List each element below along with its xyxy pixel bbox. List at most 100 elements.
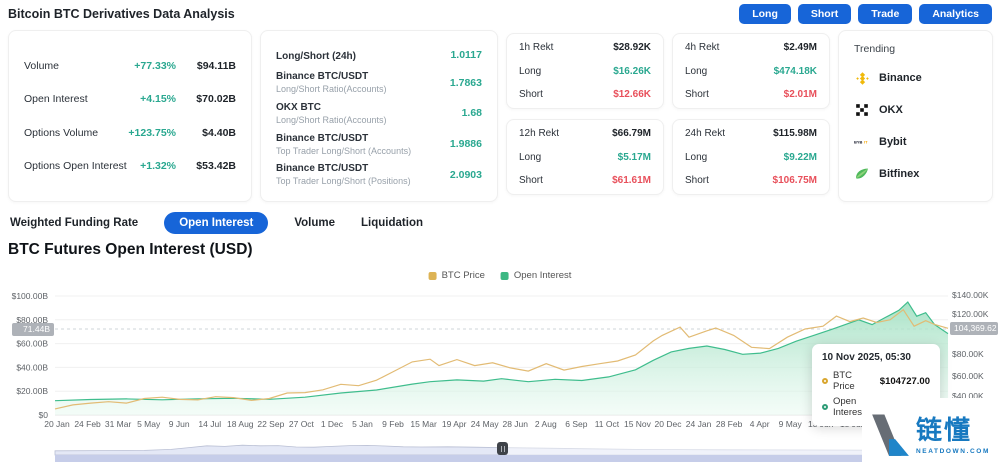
ratio-row: Binance BTC/USDT Top Trader Long/Short (… bbox=[276, 133, 482, 156]
stat-label: Options Volume bbox=[24, 127, 128, 139]
x-axis-label: 1 Dec bbox=[321, 419, 344, 429]
ratio-label: Binance BTC/USDT bbox=[276, 71, 450, 82]
stat-row-open-interest: Open Interest +4.15% $70.02B bbox=[24, 93, 236, 105]
exchange-name: Bitfinex bbox=[879, 168, 919, 180]
stat-label: Volume bbox=[24, 60, 134, 72]
rekt-title: 12h Rekt bbox=[519, 128, 559, 139]
current-oi-badge: 71.44B bbox=[12, 323, 54, 336]
tab-open-interest[interactable]: Open Interest bbox=[164, 212, 268, 234]
exchange-name: Binance bbox=[879, 72, 922, 84]
long-button[interactable]: Long bbox=[739, 4, 791, 24]
tab-volume[interactable]: Volume bbox=[294, 217, 335, 229]
legend-label: Open Interest bbox=[514, 270, 572, 281]
ratio-sublabel: Long/Short Ratio(Accounts) bbox=[276, 84, 450, 94]
trending-item-binance[interactable]: Binance bbox=[854, 69, 977, 87]
stat-value: $94.11B bbox=[188, 60, 236, 72]
rekt-card-12h: 12h Rekt$66.79M Long$5.17M Short$61.61M bbox=[506, 119, 664, 195]
chart-section-title: BTC Futures Open Interest (USD) bbox=[8, 241, 253, 259]
x-axis-label: 11 Oct bbox=[595, 419, 620, 429]
legend-open-interest[interactable]: Open Interest bbox=[501, 270, 572, 281]
tooltip-series-name: BTC Price bbox=[833, 370, 875, 392]
rekt-title: 24h Rekt bbox=[685, 128, 725, 139]
x-axis-label: 15 Mar bbox=[410, 419, 437, 429]
stat-change: +77.33% bbox=[134, 60, 176, 72]
trending-item-bitfinex[interactable]: Bitfinex bbox=[854, 165, 977, 183]
x-axis-label: 19 Apr bbox=[442, 419, 467, 429]
open-interest-dot bbox=[822, 404, 828, 410]
y-axis-label-left: $100.00B bbox=[12, 291, 49, 301]
stat-row-options-volume: Options Volume +123.75% $4.40B bbox=[24, 127, 236, 139]
ratio-row: Long/Short (24h) 1.0117 bbox=[276, 46, 482, 64]
rekt-total: $66.79M bbox=[612, 128, 651, 139]
trending-title: Trending bbox=[854, 43, 977, 55]
rekt-total: $2.49M bbox=[784, 42, 817, 53]
ratio-label: Binance BTC/USDT bbox=[276, 163, 450, 174]
exchange-name: OKX bbox=[879, 104, 903, 116]
x-axis-label: 15 Nov bbox=[624, 419, 652, 429]
x-axis-label: 5 Jan bbox=[352, 419, 373, 429]
trade-button[interactable]: Trade bbox=[858, 4, 912, 24]
tooltip-row-btc-price: BTC Price $104727.00 bbox=[822, 370, 930, 392]
watermark-cn-text: 链懂 bbox=[916, 417, 990, 444]
rekt-card-24h: 24h Rekt$115.98M Long$9.22M Short$106.75… bbox=[672, 119, 830, 195]
rekt-title: 1h Rekt bbox=[519, 42, 553, 53]
stat-change: +123.75% bbox=[128, 127, 176, 139]
rekt-long-value: $9.22M bbox=[784, 152, 817, 163]
x-axis-label: 4 Apr bbox=[750, 419, 770, 429]
ratio-sublabel: Top Trader Long/Short (Positions) bbox=[276, 176, 450, 186]
ratio-row: Binance BTC/USDT Long/Short Ratio(Accoun… bbox=[276, 71, 482, 94]
x-axis-label: 2 Aug bbox=[535, 419, 557, 429]
svg-text:BYB: BYB bbox=[854, 140, 863, 145]
x-axis-label: 28 Feb bbox=[716, 419, 743, 429]
rekt-short-label: Short bbox=[519, 175, 543, 186]
bitfinex-icon bbox=[854, 166, 870, 182]
binance-icon bbox=[854, 70, 870, 86]
navigator-handle[interactable] bbox=[497, 442, 508, 455]
analytics-button[interactable]: Analytics bbox=[919, 4, 992, 24]
ratio-label: Binance BTC/USDT bbox=[276, 133, 450, 144]
trending-item-okx[interactable]: OKX bbox=[854, 101, 977, 119]
svg-text:IT: IT bbox=[864, 140, 868, 145]
rekt-short-value: $106.75M bbox=[773, 175, 817, 186]
rekt-total: $28.92K bbox=[613, 42, 651, 53]
ratio-value: 1.0117 bbox=[450, 49, 482, 61]
ratio-row: OKX BTC Long/Short Ratio(Accounts) 1.68 bbox=[276, 102, 482, 125]
rekt-long-label: Long bbox=[519, 66, 541, 77]
rekt-long-label: Long bbox=[519, 152, 541, 163]
x-axis-label: 9 Jun bbox=[169, 419, 190, 429]
rekt-long-label: Long bbox=[685, 152, 707, 163]
rekt-short-label: Short bbox=[685, 89, 709, 100]
short-button[interactable]: Short bbox=[798, 4, 851, 24]
y-axis-label-right: $60.00K bbox=[952, 371, 984, 381]
rekt-title: 4h Rekt bbox=[685, 42, 719, 53]
legend-label: BTC Price bbox=[442, 270, 485, 281]
legend-btc-price[interactable]: BTC Price bbox=[429, 270, 485, 281]
long-short-ratio-card: Long/Short (24h) 1.0117 Binance BTC/USDT… bbox=[260, 30, 498, 202]
chart-navigator[interactable] bbox=[0, 436, 1000, 466]
y-axis-label-left: $60.00B bbox=[16, 339, 48, 349]
y-axis-label-right: $80.00K bbox=[952, 349, 984, 359]
rekt-long-value: $474.18K bbox=[774, 66, 817, 77]
trending-item-bybit[interactable]: BYBIT Bybit bbox=[854, 133, 977, 151]
y-axis-label-left: $40.00B bbox=[16, 362, 48, 372]
stat-change: +4.15% bbox=[140, 93, 176, 105]
tab-weighted-funding-rate[interactable]: Weighted Funding Rate bbox=[10, 217, 138, 229]
watermark: 链懂 NEATDOWN.COM bbox=[862, 398, 1000, 474]
x-axis-label: 5 May bbox=[137, 419, 161, 429]
ratio-row: Binance BTC/USDT Top Trader Long/Short (… bbox=[276, 163, 482, 186]
x-axis-label: 28 Jun bbox=[502, 419, 528, 429]
tooltip-series-value: $104727.00 bbox=[880, 376, 930, 387]
x-axis-label: 14 Jul bbox=[198, 419, 221, 429]
tab-liquidation[interactable]: Liquidation bbox=[361, 217, 423, 229]
header: Bitcoin BTC Derivatives Data Analysis Lo… bbox=[0, 0, 1000, 28]
main-chart[interactable]: $100.00B$80.00B$60.00B$40.00B$20.00B$0$1… bbox=[0, 266, 1000, 438]
okx-icon bbox=[854, 102, 870, 118]
rekt-short-label: Short bbox=[685, 175, 709, 186]
navigator-bar[interactable] bbox=[55, 455, 948, 462]
current-price-badge: 104,369.62 bbox=[950, 322, 998, 335]
rekt-short-value: $61.61M bbox=[612, 175, 651, 186]
x-axis-label: 22 Sep bbox=[257, 419, 284, 429]
market-stats-card: Volume +77.33% $94.11B Open Interest +4.… bbox=[8, 30, 252, 202]
exchange-name: Bybit bbox=[879, 136, 907, 148]
chart-legend: BTC Price Open Interest bbox=[429, 270, 572, 281]
